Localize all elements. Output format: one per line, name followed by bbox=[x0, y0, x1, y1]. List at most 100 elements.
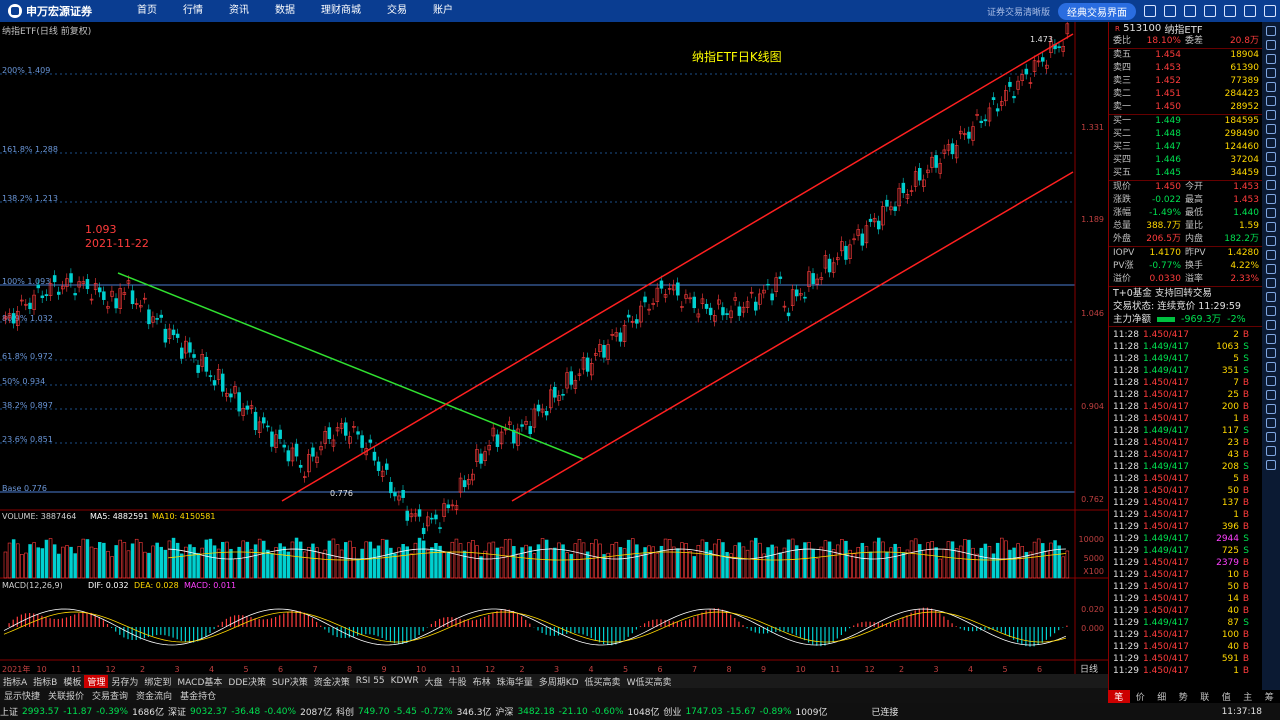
index-field[interactable]: 创业 bbox=[663, 705, 681, 718]
shortcut-tab[interactable]: 资金流向 bbox=[132, 689, 176, 702]
headset-icon[interactable] bbox=[1164, 5, 1176, 17]
panel-tab[interactable]: 势 bbox=[1173, 690, 1195, 703]
index-field[interactable]: 深证 bbox=[168, 705, 186, 718]
toolbar-icon[interactable] bbox=[1266, 320, 1276, 330]
indicator-tab[interactable]: 模板 bbox=[60, 675, 84, 688]
toolbar-icon[interactable] bbox=[1266, 236, 1276, 246]
menu-item[interactable]: 理财商城 bbox=[308, 0, 374, 22]
toolbar-icon[interactable] bbox=[1266, 404, 1276, 414]
panel-tab[interactable]: 值 bbox=[1216, 690, 1238, 703]
menu-item[interactable]: 数据 bbox=[262, 0, 308, 22]
toolbar-icon[interactable] bbox=[1266, 292, 1276, 302]
indicator-tab[interactable]: SUP决策 bbox=[269, 675, 311, 688]
classic-ui-button[interactable]: 经典交易界面 bbox=[1058, 2, 1136, 20]
indicator-tab[interactable]: 绑定到 bbox=[141, 675, 174, 688]
toolbar-icon[interactable] bbox=[1266, 208, 1276, 218]
indicator-tab[interactable]: W低买高卖 bbox=[624, 675, 675, 688]
menu-item[interactable]: 交易 bbox=[374, 0, 420, 22]
toolbar-icon[interactable] bbox=[1266, 152, 1276, 162]
indicator-tab[interactable]: 珠海华量 bbox=[494, 675, 536, 688]
indicator-tab[interactable]: 多周期KD bbox=[536, 675, 582, 688]
index-field[interactable]: 上证 bbox=[0, 705, 18, 718]
indicator-tab[interactable]: 另存为 bbox=[108, 675, 141, 688]
indicator-tab[interactable]: DDE决策 bbox=[225, 675, 269, 688]
ask-row[interactable]: 卖二 1.451 284423 bbox=[1113, 88, 1262, 101]
indicator-tab[interactable]: 资金决策 bbox=[311, 675, 353, 688]
maximize-icon[interactable] bbox=[1244, 5, 1256, 17]
toolbar-icon[interactable] bbox=[1266, 460, 1276, 470]
toolbar-icon[interactable] bbox=[1266, 138, 1276, 148]
toolbar-icon[interactable] bbox=[1266, 264, 1276, 274]
indicator-tab[interactable]: 布林 bbox=[470, 675, 494, 688]
toolbar-icon[interactable] bbox=[1266, 348, 1276, 358]
shortcut-tab[interactable]: 交易查询 bbox=[88, 689, 132, 702]
ask-row[interactable]: 卖三 1.452 77389 bbox=[1113, 75, 1262, 88]
indicator-tab[interactable]: KDWR bbox=[388, 676, 422, 686]
toolbar-icon[interactable] bbox=[1266, 68, 1276, 78]
toolbar-icon[interactable] bbox=[1266, 180, 1276, 190]
index-field[interactable]: 沪深 bbox=[495, 705, 513, 718]
chat-icon[interactable] bbox=[1144, 5, 1156, 17]
index-field: -0.60% bbox=[591, 706, 624, 717]
menu-item[interactable]: 行情 bbox=[170, 0, 216, 22]
toolbar-icon[interactable] bbox=[1266, 390, 1276, 400]
toolbar-icon[interactable] bbox=[1266, 446, 1276, 456]
bid-row[interactable]: 买三 1.447 124460 bbox=[1113, 141, 1262, 154]
minimize-icon[interactable] bbox=[1224, 5, 1236, 17]
ask-row[interactable]: 卖一 1.450 28952 bbox=[1113, 101, 1262, 114]
shortcut-tab[interactable]: 基金持仓 bbox=[176, 689, 220, 702]
kline-chart[interactable]: 200% 1.409 161.8% 1.288 138.2% 1.213 100% 1… bbox=[0, 22, 1108, 674]
toolbar-icon[interactable] bbox=[1266, 26, 1276, 36]
bid-row[interactable]: 买五 1.445 34459 bbox=[1113, 167, 1262, 180]
menu-item[interactable]: 资讯 bbox=[216, 0, 262, 22]
bid-row[interactable]: 买一 1.449 184595 bbox=[1113, 115, 1262, 128]
toolbar-icon[interactable] bbox=[1266, 362, 1276, 372]
toolbar-icon[interactable] bbox=[1266, 222, 1276, 232]
panel-tab[interactable]: 笔 bbox=[1108, 690, 1130, 703]
indicator-tab[interactable]: 低买高卖 bbox=[582, 675, 624, 688]
toolbar-icon[interactable] bbox=[1266, 432, 1276, 442]
panel-tab[interactable]: 筹 bbox=[1259, 690, 1280, 703]
indicator-tab[interactable]: RSI 55 bbox=[353, 676, 388, 686]
toolbar-icon[interactable] bbox=[1266, 40, 1276, 50]
weibi-row: 委比 18.10% 委差 20.8万 bbox=[1109, 35, 1262, 49]
indicator-tab[interactable]: MACD基本 bbox=[174, 675, 225, 688]
toolbar-icon[interactable] bbox=[1266, 82, 1276, 92]
indicator-tab[interactable]: 指标A bbox=[0, 675, 30, 688]
bid-row[interactable]: 买二 1.448 298490 bbox=[1113, 128, 1262, 141]
indicator-tab[interactable]: 指标B bbox=[30, 675, 60, 688]
panel-tab[interactable]: 细 bbox=[1151, 690, 1173, 703]
shortcut-tab[interactable]: 显示快捷 bbox=[0, 689, 44, 702]
shortcut-tab[interactable]: 关联报价 bbox=[44, 689, 88, 702]
panel-tab[interactable]: 价 bbox=[1130, 690, 1152, 703]
toolbar-icon[interactable] bbox=[1266, 250, 1276, 260]
mail-icon[interactable] bbox=[1184, 5, 1196, 17]
volume-bar bbox=[454, 538, 459, 579]
toolbar-icon[interactable] bbox=[1266, 54, 1276, 64]
menu-item[interactable]: 首页 bbox=[124, 0, 170, 22]
toolbar-icon[interactable] bbox=[1266, 334, 1276, 344]
panel-tab[interactable]: 联 bbox=[1194, 690, 1216, 703]
panel-tab[interactable]: 主 bbox=[1237, 690, 1259, 703]
tick-row: 11:29 1.450/417 40 B bbox=[1113, 605, 1262, 617]
toolbar-icon[interactable] bbox=[1266, 124, 1276, 134]
gear-icon[interactable] bbox=[1204, 5, 1216, 17]
close-icon[interactable] bbox=[1264, 5, 1276, 17]
toolbar-icon[interactable] bbox=[1266, 278, 1276, 288]
toolbar-icon[interactable] bbox=[1266, 166, 1276, 176]
toolbar-icon[interactable] bbox=[1266, 194, 1276, 204]
toolbar-icon[interactable] bbox=[1266, 110, 1276, 120]
indicator-tab[interactable]: 管理 bbox=[84, 674, 109, 688]
toolbar-icon[interactable] bbox=[1266, 306, 1276, 316]
indicator-tab[interactable]: 大盘 bbox=[422, 675, 446, 688]
index-field[interactable]: 科创 bbox=[336, 705, 354, 718]
toolbar-icon[interactable] bbox=[1266, 376, 1276, 386]
toolbar-icon[interactable] bbox=[1266, 418, 1276, 428]
ask-row[interactable]: 卖五 1.454 18904 bbox=[1113, 49, 1262, 62]
indicator-tab[interactable]: 牛股 bbox=[446, 675, 470, 688]
toolbar-icon[interactable] bbox=[1266, 96, 1276, 106]
bid-row[interactable]: 买四 1.446 37204 bbox=[1113, 154, 1262, 167]
y-tick: 1.189 bbox=[1081, 215, 1104, 224]
menu-item[interactable]: 账户 bbox=[420, 0, 466, 22]
ask-row[interactable]: 卖四 1.453 61390 bbox=[1113, 62, 1262, 75]
